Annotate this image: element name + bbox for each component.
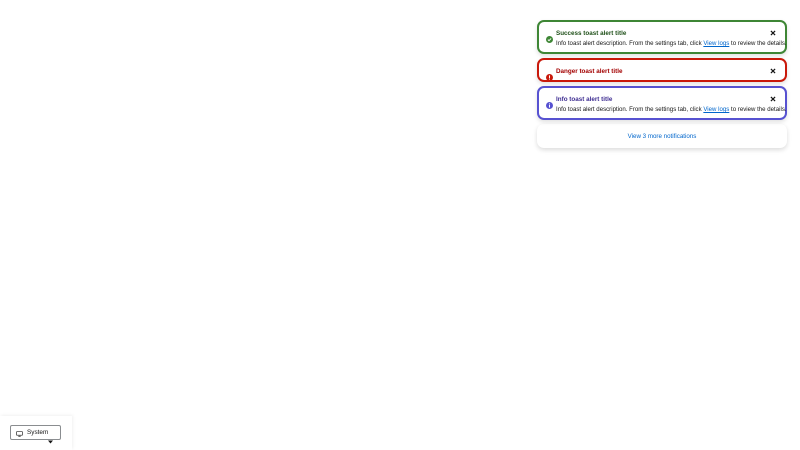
toast-title: Success toast alert title	[556, 30, 627, 37]
info-toast: Info toast alert title Info toast alert …	[537, 86, 787, 120]
toast-description: Info toast alert description. From the s…	[556, 106, 787, 113]
close-icon[interactable]	[768, 94, 778, 104]
overflow-notifications: View 3 more notifications	[537, 124, 787, 148]
view-logs-link[interactable]: View logs	[703, 40, 729, 47]
toast-description: Info toast alert description. From the s…	[556, 40, 787, 47]
caret-down-icon	[48, 431, 53, 449]
close-icon[interactable]	[768, 28, 778, 38]
check-circle-icon	[546, 30, 553, 43]
view-more-notifications-link[interactable]: View 3 more notifications	[628, 133, 697, 140]
view-logs-link[interactable]: View logs	[703, 106, 729, 113]
monitor-icon	[16, 424, 23, 442]
theme-selector-value: System	[27, 429, 49, 436]
info-circle-icon	[546, 96, 553, 109]
danger-toast: Danger toast alert title	[537, 58, 787, 82]
theme-selector[interactable]: System	[10, 424, 61, 444]
theme-panel: System	[0, 416, 72, 450]
toast-group: Success toast alert title Info toast ale…	[537, 20, 787, 148]
toast-title: Info toast alert title	[556, 96, 613, 103]
toast-title: Danger toast alert title	[556, 68, 623, 75]
close-icon[interactable]	[768, 66, 778, 76]
exclamation-circle-icon	[546, 68, 553, 81]
success-toast: Success toast alert title Info toast ale…	[537, 20, 787, 54]
